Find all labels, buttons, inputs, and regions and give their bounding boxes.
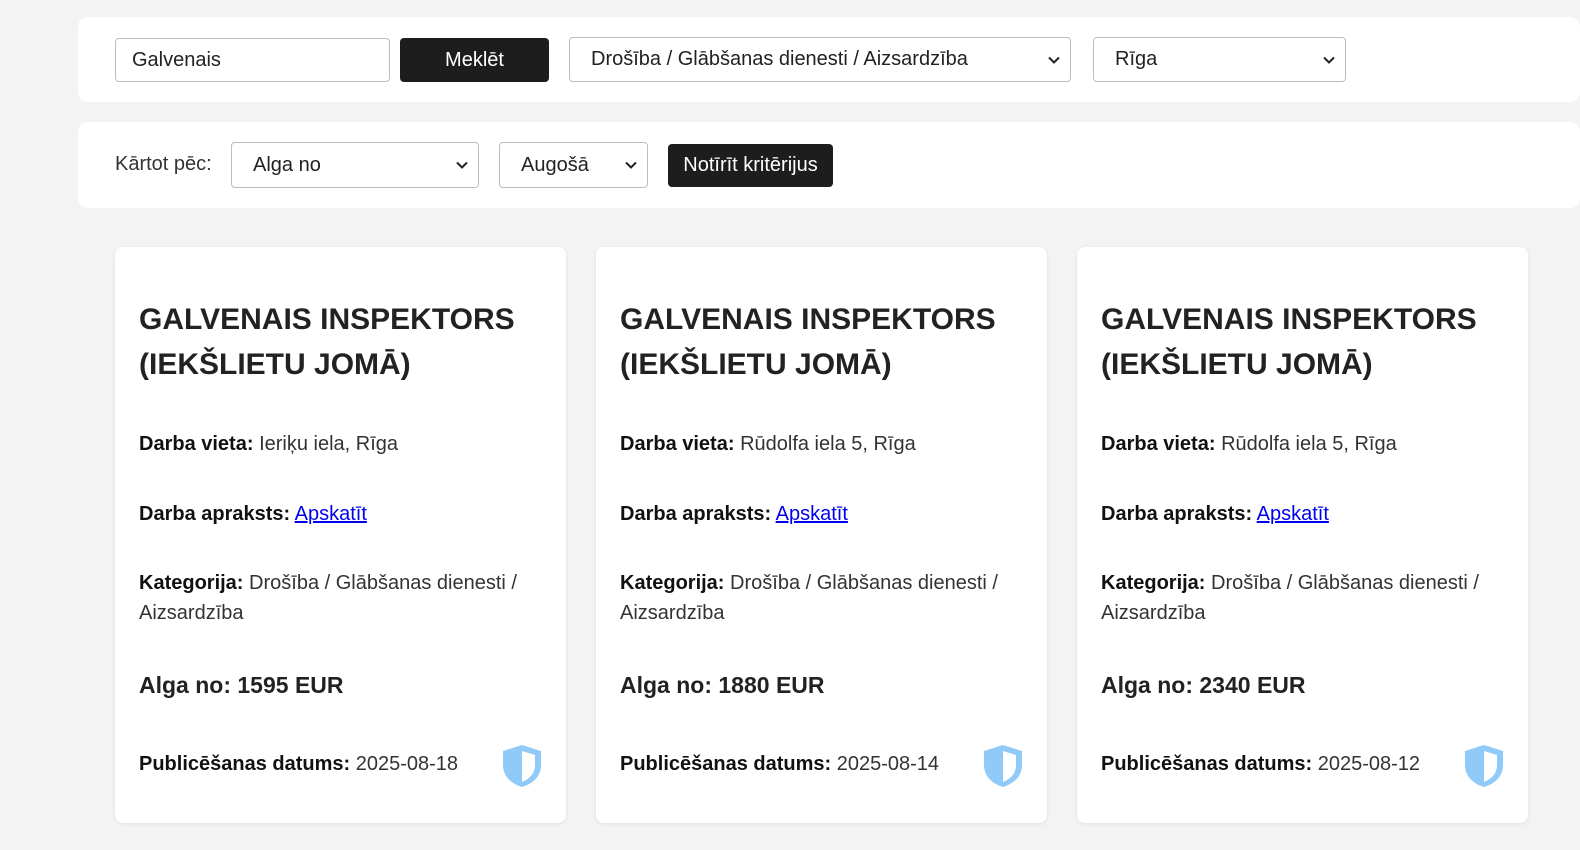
job-salary: Alga no: 1880 EUR: [620, 672, 825, 699]
salary-value: 1595 EUR: [237, 672, 344, 698]
salary-label: Alga no:: [620, 672, 712, 698]
place-label: Darba vieta:: [620, 433, 735, 455]
date-label: Publicēšanas datums:: [139, 753, 351, 775]
job-salary: Alga no: 2340 EUR: [1101, 672, 1306, 699]
job-description: Darba apraksts: Apskatīt: [1101, 499, 1501, 529]
job-title: GALVENAIS INSPEKTORS (IEKŠLIETU JOMĀ): [620, 303, 996, 381]
category-select[interactable]: Drošība / Glābšanas dienesti / Aizsardzī…: [569, 37, 1071, 82]
chevron-down-icon: [1322, 53, 1336, 67]
sort-field-value: Alga no: [253, 153, 321, 176]
job-date: Publicēšanas datums: 2025-08-12: [1101, 749, 1501, 779]
search-input[interactable]: [115, 38, 390, 82]
date-value: 2025-08-12: [1317, 753, 1421, 775]
category-label: Kategorija:: [620, 572, 725, 594]
date-value: 2025-08-18: [355, 753, 459, 775]
category-label: Kategorija:: [1101, 572, 1206, 594]
salary-value: 1880 EUR: [718, 672, 825, 698]
salary-value: 2340 EUR: [1199, 672, 1306, 698]
place-label: Darba vieta:: [1101, 433, 1216, 455]
clear-filters-button[interactable]: Notīrīt kritērijus: [668, 144, 833, 187]
job-description: Darba apraksts: Apskatīt: [620, 499, 1020, 529]
sort-panel: Kārtot pēc: Alga no Augošā Notīrīt kritē…: [78, 122, 1580, 208]
job-card: GALVENAIS INSPEKTORS (IEKŠLIETU JOMĀ) Da…: [1077, 247, 1528, 823]
description-label: Darba apraksts:: [620, 503, 772, 525]
job-date: Publicēšanas datums: 2025-08-14: [620, 749, 1020, 779]
place-value: Rūdolfa iela 5, Rīga: [1221, 433, 1397, 455]
view-description-link[interactable]: Apskatīt: [1257, 503, 1329, 525]
job-title: GALVENAIS INSPEKTORS (IEKŠLIETU JOMĀ): [1101, 303, 1477, 381]
city-select[interactable]: Rīga: [1093, 37, 1346, 82]
category-select-value: Drošība / Glābšanas dienesti / Aizsardzī…: [591, 48, 968, 70]
job-place: Darba vieta: Rūdolfa iela 5, Rīga: [620, 429, 1020, 459]
chevron-down-icon: [455, 158, 469, 172]
job-card: GALVENAIS INSPEKTORS (IEKŠLIETU JOMĀ) Da…: [115, 247, 566, 823]
date-label: Publicēšanas datums:: [620, 753, 832, 775]
description-label: Darba apraksts:: [139, 503, 291, 525]
job-category: Kategorija: Drošība / Glābšanas dienesti…: [1101, 568, 1501, 628]
sort-field-select[interactable]: Alga no: [231, 142, 479, 188]
description-label: Darba apraksts:: [1101, 503, 1253, 525]
job-place: Darba vieta: Ieriķu iela, Rīga: [139, 429, 539, 459]
salary-label: Alga no:: [139, 672, 231, 698]
job-salary: Alga no: 1595 EUR: [139, 672, 344, 699]
shield-icon: [984, 745, 1022, 787]
job-category: Kategorija: Drošība / Glābšanas dienesti…: [620, 568, 1020, 628]
view-description-link[interactable]: Apskatīt: [295, 503, 367, 525]
date-label: Publicēšanas datums:: [1101, 753, 1313, 775]
sort-label: Kārtot pēc:: [115, 153, 212, 175]
place-value: Rūdolfa iela 5, Rīga: [740, 433, 916, 455]
view-description-link[interactable]: Apskatīt: [776, 503, 848, 525]
search-button[interactable]: Meklēt: [400, 38, 549, 82]
shield-icon: [503, 745, 541, 787]
salary-label: Alga no:: [1101, 672, 1193, 698]
sort-order-select[interactable]: Augošā: [499, 142, 648, 188]
chevron-down-icon: [1047, 53, 1061, 67]
city-select-value: Rīga: [1115, 48, 1158, 70]
date-value: 2025-08-14: [836, 753, 940, 775]
job-place: Darba vieta: Rūdolfa iela 5, Rīga: [1101, 429, 1501, 459]
search-panel: Meklēt Drošība / Glābšanas dienesti / Ai…: [78, 17, 1580, 102]
job-category: Kategorija: Drošība / Glābšanas dienesti…: [139, 568, 539, 628]
sort-order-value: Augošā: [521, 153, 589, 176]
job-card: GALVENAIS INSPEKTORS (IEKŠLIETU JOMĀ) Da…: [596, 247, 1047, 823]
place-label: Darba vieta:: [139, 433, 254, 455]
job-description: Darba apraksts: Apskatīt: [139, 499, 539, 529]
category-label: Kategorija:: [139, 572, 244, 594]
job-title: GALVENAIS INSPEKTORS (IEKŠLIETU JOMĀ): [139, 303, 515, 381]
place-value: Ieriķu iela, Rīga: [259, 433, 399, 455]
chevron-down-icon: [624, 158, 638, 172]
job-date: Publicēšanas datums: 2025-08-18: [139, 749, 539, 779]
shield-icon: [1465, 745, 1503, 787]
